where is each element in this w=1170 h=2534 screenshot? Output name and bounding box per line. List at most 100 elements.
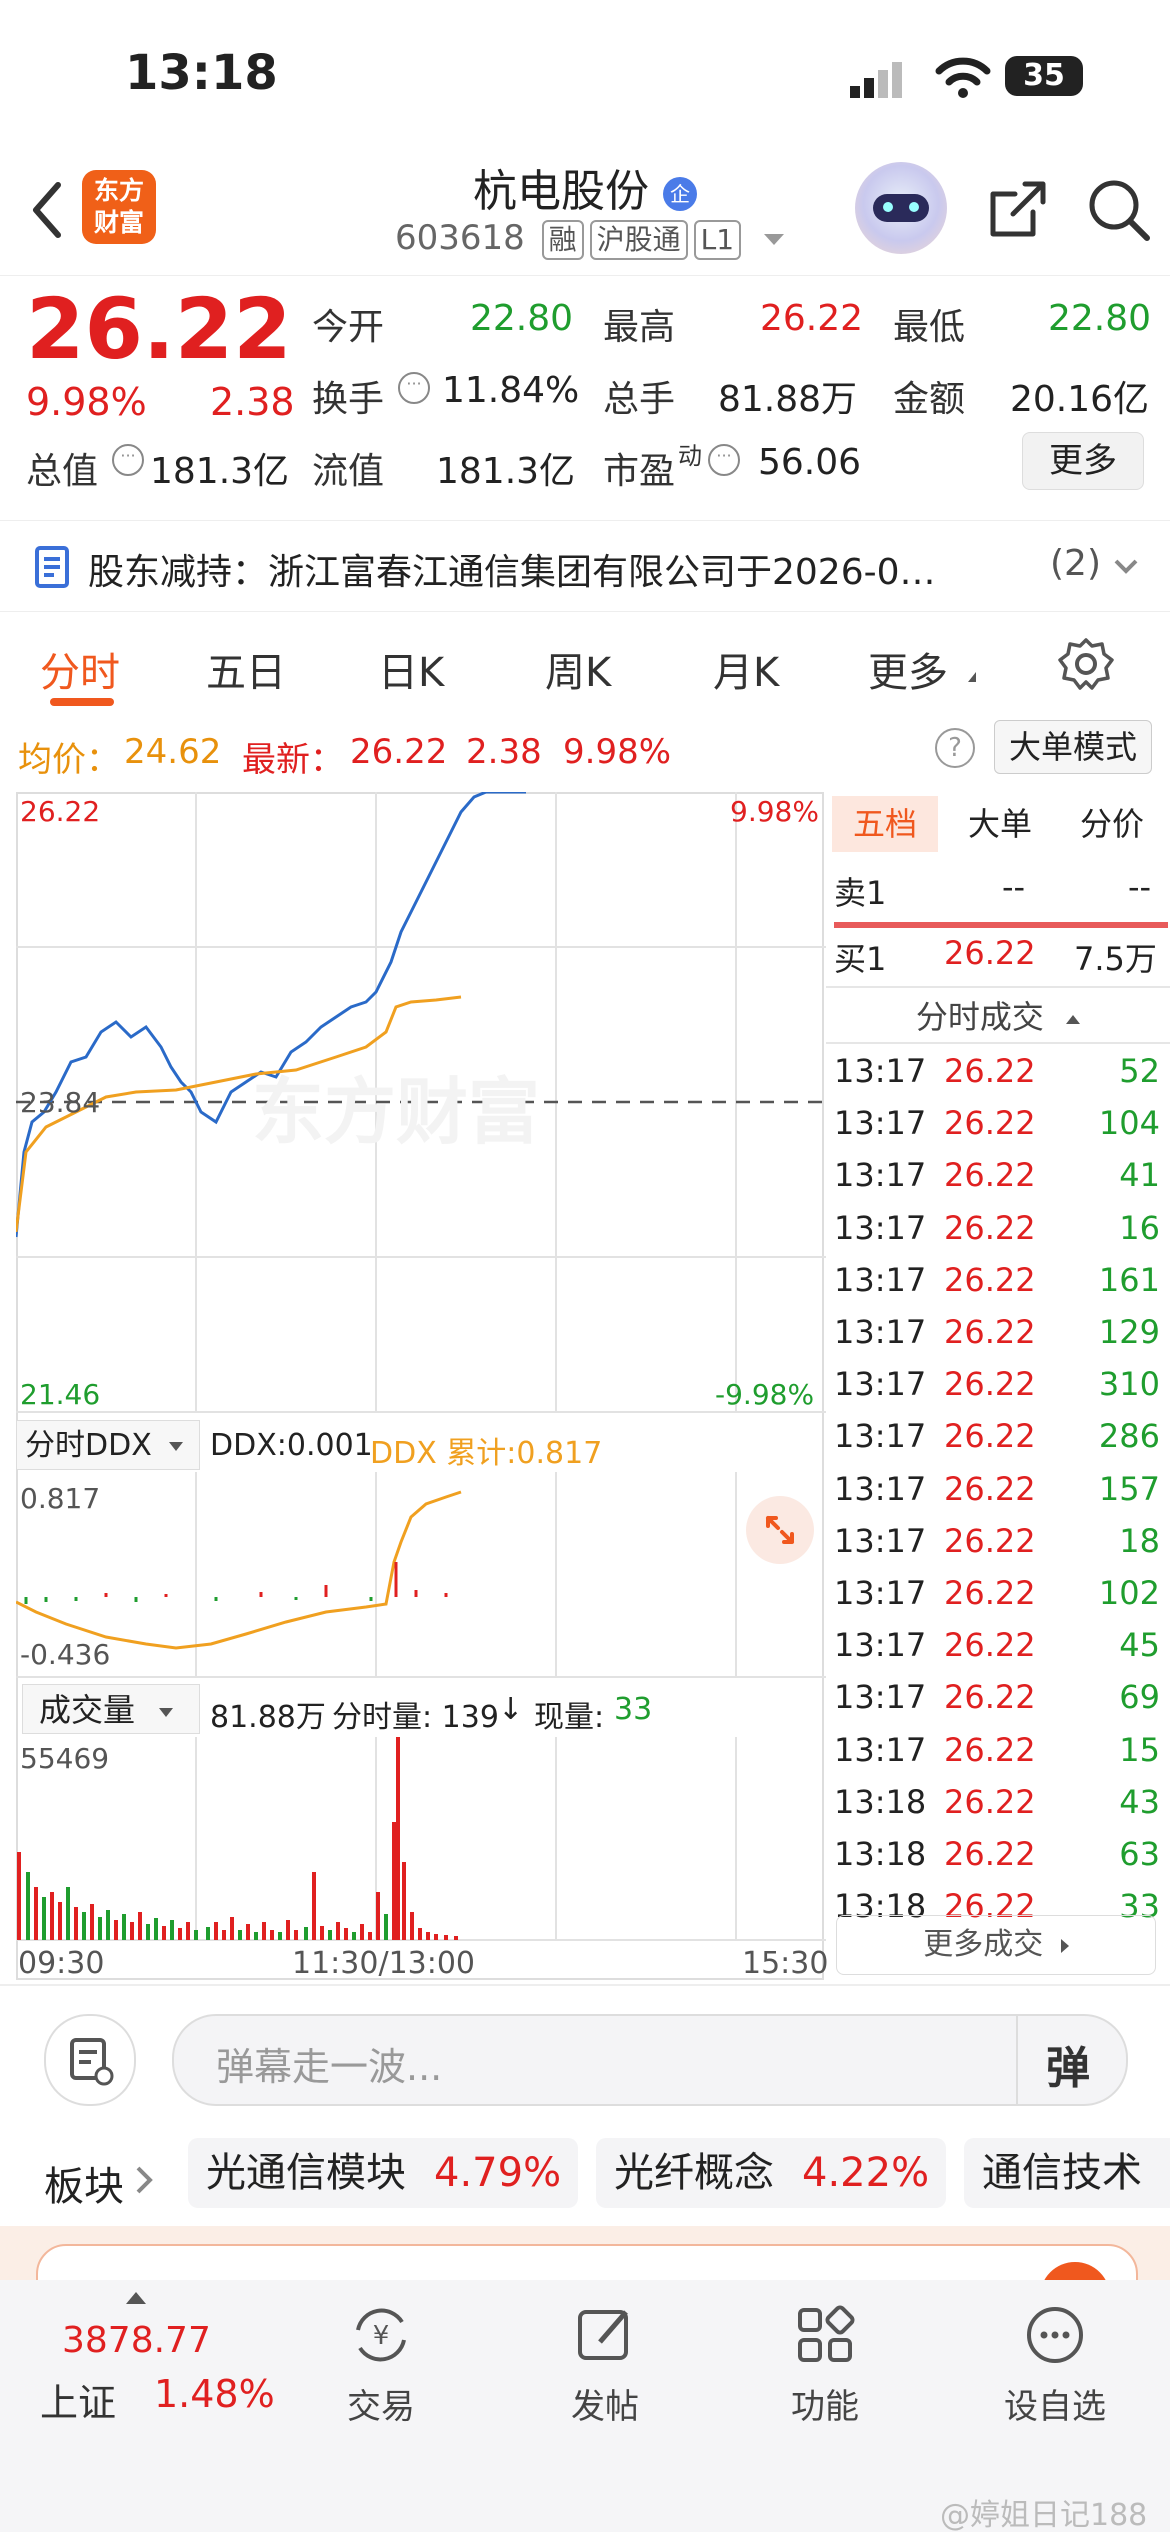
expand-icon[interactable] [746,1496,814,1564]
dropdown-triangle-icon [169,1442,184,1451]
trade-price: 26.22 [944,1574,1036,1612]
tab-five-day[interactable]: 五日 [206,640,286,698]
battery-level: 35 [1023,58,1065,93]
index-widget[interactable]: 3878.77 上证 1.48% [36,2280,276,2440]
volume-arrow: ↓ [498,1692,524,1727]
trade-row: 13:17 26.22 45 [826,1626,1166,1678]
change-amount: 2.38 [210,380,295,424]
dropdown-triangle-icon [159,1707,174,1717]
trade-price: 26.22 [944,1052,1036,1090]
settings-icon[interactable] [1058,636,1114,692]
more-dots-icon [1027,2307,1083,2363]
low-label: 最低 [893,307,966,348]
divider [826,1042,1170,1044]
nav-features[interactable]: 功能 [750,2300,900,2428]
tab-daily-k[interactable]: 日K [378,640,444,698]
buy1-price: 26.22 [944,934,1036,972]
danmu-input[interactable]: 弹幕走一波... 弹 [172,2014,1128,2106]
tab-big-order[interactable]: 大单 [950,796,1050,852]
ddx-bars [24,1562,448,1604]
info-dots-icon[interactable]: ··· [112,444,144,476]
ddx-selector[interactable]: 分时DDX [16,1420,200,1470]
tab-price-distribution[interactable]: 分价 [1062,796,1162,852]
tab-five-level[interactable]: 五档 [832,796,938,852]
trade-price: 26.22 [944,1835,1036,1873]
status-time: 13:18 [125,45,278,101]
ddx-line [16,1490,462,1650]
pe-label: 市盈 [603,451,676,492]
battery-icon: 35 [1005,56,1083,96]
trade-price: 26.22 [944,1730,1036,1769]
more-trades-button[interactable]: 更多成交 [836,1915,1156,1975]
info-dots-icon[interactable]: ··· [398,372,430,404]
trade-price: 26.22 [944,1208,1036,1247]
trades-title-label: 分时成交 [915,998,1044,1036]
ddx-bottom-label: -0.436 [20,1638,111,1671]
pct-bottom-label: -9.98% [715,1378,815,1411]
tab-weekly-k[interactable]: 周K [545,640,611,698]
up-arrow-icon [126,2292,146,2304]
volume-top-label: 55469 [20,1742,110,1775]
avg-value: 24.62 [124,732,222,772]
sector-chip[interactable]: 光通信模块 4.79% [188,2138,578,2208]
trade-time: 13:17 [834,1626,927,1665]
intraday-chart[interactable]: 东方财富 [16,792,826,1982]
help-icon[interactable]: ? [935,728,975,768]
pct-top-label: 9.98% [730,795,819,828]
tab-monthly-k[interactable]: 月K [713,640,779,698]
volume-selector[interactable]: 成交量 [22,1684,200,1734]
notice-count: (2) [1050,543,1101,584]
sector-chip[interactable]: 通信技术 [964,2138,1170,2208]
sell1-row: 卖1 -- -- [826,868,1166,920]
danmu-toggle-button[interactable]: 弹 [1046,2032,1090,2096]
sector-name: 光通信模块 [206,2150,406,2196]
stock-code-line: 603618 融沪股通 L1 [395,218,784,260]
trade-volume: 69 [1119,1678,1160,1717]
trade-time: 13:17 [834,1417,927,1456]
sort-up-icon [1066,1014,1081,1024]
notes-icon[interactable] [44,2014,136,2106]
sell1-price: -- [1002,868,1026,906]
low-value: 22.80 [1048,298,1152,339]
sector-label[interactable]: 板块 [44,2154,124,2212]
nav-trade[interactable]: ¥ 交易 [306,2300,456,2428]
trade-price: 26.22 [944,1626,1036,1665]
trade-volume: 15 [1119,1730,1160,1769]
volume-label: 总手 [603,379,676,420]
divider [826,986,1170,988]
trade-time: 13:17 [834,1574,927,1612]
more-button[interactable]: 更多 [1022,432,1144,490]
index-percent: 1.48% [154,2372,275,2416]
trade-row: 13:18 26.22 63 [826,1835,1166,1887]
trade-row: 13:17 26.22 102 [826,1574,1166,1626]
big-order-mode-button[interactable]: 大单模式 [994,720,1152,774]
market-cap-value: 181.3亿 [150,451,290,492]
divider [0,1984,1170,1986]
info-dots-icon[interactable]: ··· [708,444,740,476]
latest-value: 26.22 [350,732,448,772]
ddx-selector-label: 分时DDX [25,1428,152,1463]
trade-volume: 102 [1098,1574,1160,1612]
trade-row: 13:17 26.22 69 [826,1678,1166,1730]
trade-row: 13:18 26.22 43 [826,1783,1166,1835]
trades-title[interactable]: 分时成交 [826,992,1170,1038]
price-top-label: 26.22 [20,795,101,828]
trade-time: 13:17 [834,1730,927,1769]
stock-code: 603618 [395,218,525,258]
nav-add-watchlist[interactable]: 设自选 [980,2300,1130,2428]
latest-label: 最新： [242,740,344,780]
caret-down-icon[interactable] [763,234,784,245]
sector-chip[interactable]: 光纤概念 4.22% [596,2138,946,2208]
trade-time: 13:18 [834,1835,927,1873]
tab-intraday[interactable]: 分时 [40,640,120,698]
edit-icon [578,2310,628,2360]
chevron-down-icon[interactable] [1112,557,1140,577]
chevron-right-icon [1060,1938,1069,1953]
price-bottom-label: 21.46 [20,1378,101,1411]
notice-bar[interactable]: 股东减持：浙江富春江通信集团有限公司于2026-0… (2) [0,520,1170,612]
trade-volume: 310 [1098,1365,1160,1404]
tab-more[interactable]: 更多 [868,640,948,698]
change-percent: 9.98% [26,380,147,424]
high-value: 26.22 [760,298,864,339]
nav-post[interactable]: 发帖 [530,2300,680,2428]
